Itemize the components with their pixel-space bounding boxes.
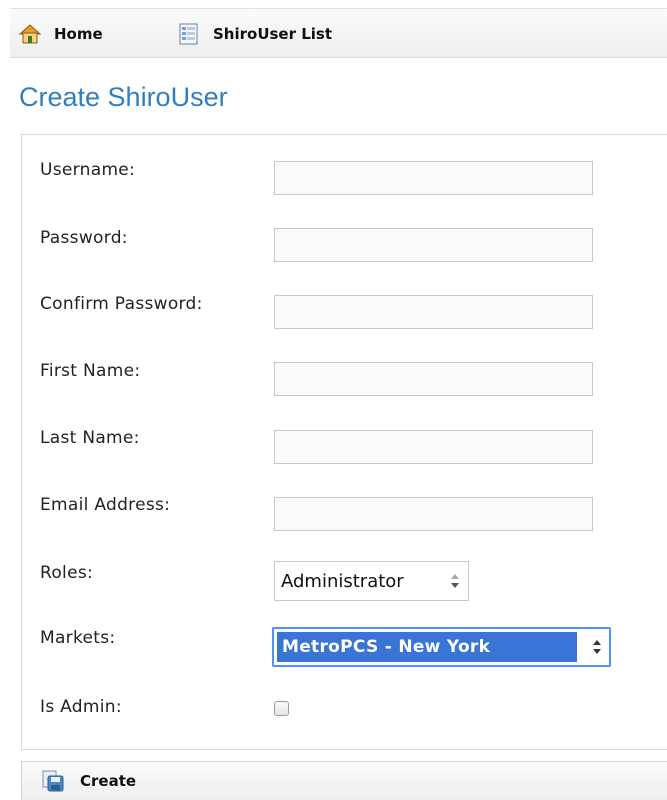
first-name-input[interactable]: [274, 362, 593, 396]
is-admin-label: Is Admin:: [40, 697, 122, 717]
markets-label: Markets:: [40, 628, 116, 648]
username-label: Username:: [40, 160, 136, 180]
markets-selected-value: MetroPCS - New York: [277, 632, 577, 662]
email-label: Email Address:: [40, 495, 171, 515]
nav-home-label: Home: [54, 25, 103, 43]
is-admin-checkbox[interactable]: [274, 701, 289, 716]
create-icon: [40, 768, 66, 794]
create-button[interactable]: Create: [40, 767, 136, 795]
select-arrows-icon: [591, 629, 603, 665]
confirm-password-input[interactable]: [274, 295, 593, 329]
list-icon: [177, 22, 201, 46]
page-title: Create ShiroUser: [19, 82, 228, 112]
create-button-label: Create: [80, 772, 137, 790]
last-name-input[interactable]: [274, 430, 593, 464]
roles-label: Roles:: [40, 563, 94, 583]
markets-select[interactable]: MetroPCS - New York: [272, 627, 611, 667]
button-bar: Create: [21, 761, 667, 800]
roles-select[interactable]: Administrator: [274, 561, 469, 601]
confirm-password-label: Confirm Password:: [40, 294, 203, 314]
roles-selected-value: Administrator: [281, 570, 404, 592]
last-name-label: Last Name:: [40, 428, 140, 448]
password-label: Password:: [40, 228, 128, 248]
first-name-label: First Name:: [40, 361, 141, 381]
nav-list-label: ShiroUser List: [213, 25, 333, 43]
nav-shirouser-list-link[interactable]: ShiroUser List: [177, 9, 332, 59]
top-nav: Home ShiroUser List: [10, 8, 667, 58]
username-input[interactable]: [274, 161, 593, 195]
nav-home-link[interactable]: Home: [18, 9, 103, 59]
home-icon: [18, 22, 42, 46]
select-arrows-icon: [442, 562, 468, 600]
password-input[interactable]: [274, 228, 593, 262]
page: Home ShiroUser List Create ShiroUser Use…: [0, 0, 667, 800]
email-input[interactable]: [274, 497, 593, 531]
